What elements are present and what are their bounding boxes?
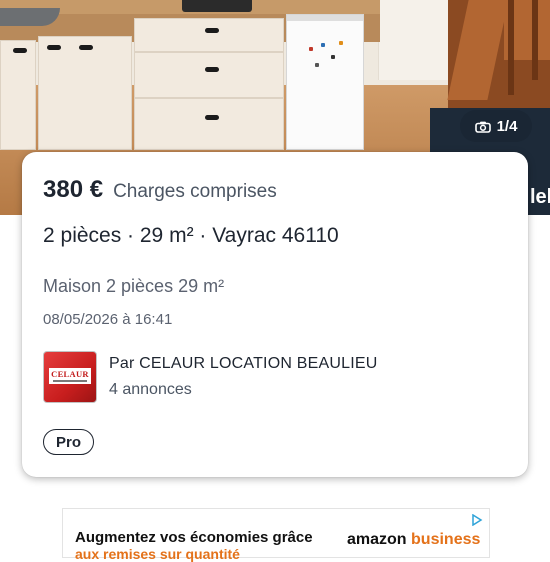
ad-brand: amazon business xyxy=(347,531,480,549)
listing-card[interactable]: 380 € Charges comprises 2 pièces · 29 m²… xyxy=(22,152,528,477)
agency-logo: CELAUR xyxy=(43,351,97,403)
camera-icon xyxy=(474,120,491,133)
price-row: 380 € Charges comprises xyxy=(43,176,277,204)
ad-brand-amazon: amazon xyxy=(347,531,407,548)
photo-drawer xyxy=(134,18,284,52)
listing-date: 08/05/2026 à 16:41 xyxy=(43,311,173,328)
charges-label: Charges comprises xyxy=(113,181,277,202)
ad-brand-business: business xyxy=(411,531,481,548)
pro-badge: Pro xyxy=(43,429,95,455)
photo-cabinet xyxy=(38,36,132,150)
listing-details: 2 pièces · 29 m² · Vayrac 46110 xyxy=(43,224,339,247)
agency-name[interactable]: Par CELAUR LOCATION BEAULIEU xyxy=(109,355,377,373)
listing-price: 380 € xyxy=(43,176,104,203)
next-card-peek-text: lel xyxy=(530,186,550,208)
ad-subline: aux remises sur quantité xyxy=(75,546,240,562)
photo-cabinet xyxy=(0,40,36,150)
adchoices-icon[interactable] xyxy=(471,513,483,527)
listing-title: Maison 2 pièces 29 m² xyxy=(43,276,225,296)
photo-cooktop xyxy=(182,0,252,12)
photo-counter-text: 1/4 xyxy=(496,117,518,135)
agency-block[interactable]: CELAUR Par CELAUR LOCATION BEAULIEU 4 an… xyxy=(43,351,377,403)
photo-drawer xyxy=(134,98,284,150)
agency-logo-text: CELAUR xyxy=(51,369,89,379)
photo-counter-badge: 1/4 xyxy=(460,110,532,142)
photo-sink xyxy=(0,8,60,26)
photo-drawer xyxy=(134,52,284,98)
ad-banner[interactable]: Augmentez vos économies grâce aux remise… xyxy=(62,508,490,562)
agency-listing-count: 4 annonces xyxy=(109,381,192,398)
ad-headline: Augmentez vos économies grâce xyxy=(75,529,313,546)
photo-wall-panel xyxy=(378,0,449,80)
photo-fridge xyxy=(286,14,364,150)
